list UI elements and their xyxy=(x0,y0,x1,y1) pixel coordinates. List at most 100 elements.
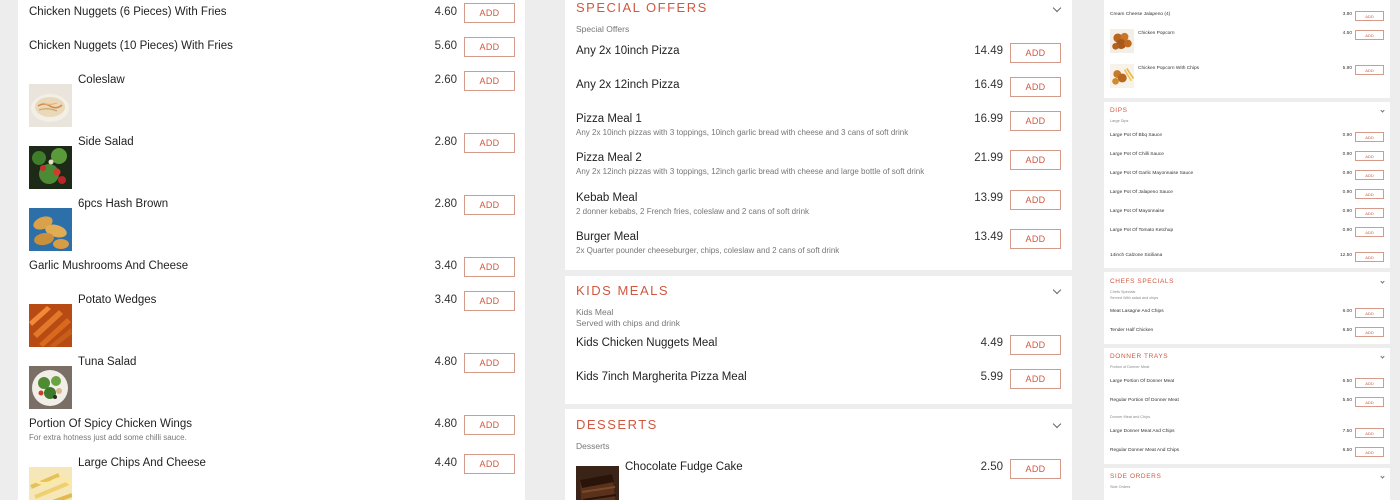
add-button[interactable]: ADD xyxy=(464,71,515,91)
add-button[interactable]: ADD xyxy=(1010,150,1061,170)
item-price: 13.99 xyxy=(974,192,1003,204)
add-button[interactable]: ADD xyxy=(1010,190,1061,210)
item-thumbnail xyxy=(29,84,72,127)
item-price: 2.80 xyxy=(434,198,457,210)
item-name: Kids 7inch Margherita Pizza Meal xyxy=(576,371,747,383)
add-button[interactable]: ADD xyxy=(464,3,515,23)
item-description: 2x Quarter pounder cheeseburger, chips, … xyxy=(576,246,840,255)
item-name: Garlic Mushrooms And Cheese xyxy=(29,260,189,272)
add-button[interactable]: ADD xyxy=(464,454,515,474)
item-name: Large Chips And Cheese xyxy=(78,457,206,469)
section-subtitle: Kids Meal xyxy=(576,307,614,317)
section-kids-meals: KIDS MEALS Kids Meal Served with chips a… xyxy=(565,276,1072,404)
item-thumbnail xyxy=(29,304,72,347)
add-button[interactable]: ADD xyxy=(464,415,515,435)
add-button[interactable]: ADD xyxy=(1010,77,1061,97)
add-button[interactable]: ADD xyxy=(1355,170,1384,180)
item-price: 6.50 xyxy=(1342,328,1352,333)
add-button[interactable]: ADD xyxy=(1355,252,1384,262)
add-button[interactable]: ADD xyxy=(1010,459,1061,479)
menu-panel-left: Chicken Nuggets (6 Pieces) With Fries 4.6… xyxy=(18,0,525,500)
add-button[interactable]: ADD xyxy=(1355,132,1384,142)
item-name: Pizza Meal 2 xyxy=(576,152,642,164)
item-description: 2 donner kebabs, 2 French fries, colesla… xyxy=(576,207,810,216)
section-title: SIDE ORDERS xyxy=(1110,473,1162,480)
add-button[interactable]: ADD xyxy=(464,353,515,373)
item-price: 4.80 xyxy=(434,418,457,430)
chevron-down-icon[interactable] xyxy=(1380,354,1385,359)
add-button[interactable]: ADD xyxy=(464,133,515,153)
item-name: Chicken Nuggets (10 Pieces) With Fries xyxy=(29,40,233,52)
list-item: Side Salad 2.80 ADD xyxy=(18,130,525,192)
item-name: Chocolate Fudge Cake xyxy=(625,461,743,473)
item-price: 4.49 xyxy=(980,337,1003,349)
add-button[interactable]: ADD xyxy=(1355,189,1384,199)
list-item: Portion Of Spicy Chicken Wings For extra … xyxy=(18,412,525,451)
chevron-down-icon[interactable] xyxy=(1380,279,1385,284)
item-price: 5.50 xyxy=(1342,398,1352,403)
add-button[interactable]: ADD xyxy=(464,291,515,311)
add-button[interactable]: ADD xyxy=(1355,397,1384,407)
item-price: 16.49 xyxy=(974,79,1003,91)
add-button[interactable]: ADD xyxy=(464,257,515,277)
item-price: 5.60 xyxy=(434,40,457,52)
section-title: DIPS xyxy=(1110,107,1128,114)
add-button[interactable]: ADD xyxy=(1355,327,1384,337)
add-button[interactable]: ADD xyxy=(1355,208,1384,218)
add-button[interactable]: ADD xyxy=(1010,229,1061,249)
menu-panel-middle: SPECIAL OFFERS Special Offers Any 2x 10i… xyxy=(565,0,1072,500)
item-price: 3.40 xyxy=(434,294,457,306)
item-price: 3.80 xyxy=(1342,12,1352,17)
add-button[interactable]: ADD xyxy=(1355,151,1384,161)
section-side-orders: SIDE ORDERS Side Orders xyxy=(1104,468,1390,500)
item-price: 4.40 xyxy=(434,457,457,469)
item-price: 12.50 xyxy=(1339,253,1352,258)
add-button[interactable]: ADD xyxy=(1010,369,1061,389)
section-title: DESSERTS xyxy=(576,417,658,432)
item-price: 3.40 xyxy=(434,260,457,272)
add-button[interactable]: ADD xyxy=(1010,111,1061,131)
item-price: 0.90 xyxy=(1342,133,1352,138)
item-name: Large Pot Of Jalapeno Sauce xyxy=(1110,190,1173,195)
chevron-down-icon[interactable] xyxy=(1052,419,1062,429)
item-price: 6.50 xyxy=(1342,379,1352,384)
add-button[interactable]: ADD xyxy=(1355,65,1384,75)
add-button[interactable]: ADD xyxy=(1355,428,1384,438)
item-price: 2.80 xyxy=(434,136,457,148)
add-button[interactable]: ADD xyxy=(1355,378,1384,388)
item-name: 6pcs Hash Brown xyxy=(78,198,169,210)
add-button[interactable]: ADD xyxy=(1355,11,1384,21)
item-price: 7.50 xyxy=(1342,429,1352,434)
list-item: Chicken Nuggets (6 Pieces) With Fries 4.6… xyxy=(18,0,525,34)
item-price: 4.50 xyxy=(1342,31,1352,36)
item-name: Tuna Salad xyxy=(78,356,137,368)
item-thumbnail xyxy=(1110,29,1134,53)
section-title: DONNER TRAYS xyxy=(1110,353,1169,360)
add-button[interactable]: ADD xyxy=(464,37,515,57)
section-special-offers: SPECIAL OFFERS Special Offers Any 2x 10i… xyxy=(565,0,1072,270)
add-button[interactable]: ADD xyxy=(1355,30,1384,40)
chevron-down-icon[interactable] xyxy=(1380,474,1385,479)
section-subtitle-detail: Served with chips and drink xyxy=(576,318,680,328)
section-starters: Cream Cheese Jalapeno (4) 3.80 ADD Chicken … xyxy=(1104,0,1390,98)
item-description: Any 2x 12inch pizzas with 3 toppings, 12… xyxy=(576,167,925,176)
item-name: Large Pot Of Chilli Sauce xyxy=(1110,152,1164,157)
item-name: Large Donner Meat And Chips xyxy=(1110,429,1175,434)
item-name: Tender Half Chicken xyxy=(1110,328,1154,333)
add-button[interactable]: ADD xyxy=(1355,447,1384,457)
item-name: Large Pot Of Mayonnaise xyxy=(1110,209,1165,214)
item-name: Any 2x 10inch Pizza xyxy=(576,45,680,57)
add-button[interactable]: ADD xyxy=(464,195,515,215)
chevron-down-icon[interactable] xyxy=(1052,3,1062,13)
add-button[interactable]: ADD xyxy=(1010,335,1061,355)
chevron-down-icon[interactable] xyxy=(1380,108,1385,113)
list-item: Coleslaw 2.60 ADD xyxy=(18,68,525,130)
add-button[interactable]: ADD xyxy=(1355,227,1384,237)
add-button[interactable]: ADD xyxy=(1355,308,1384,318)
item-price: 4.60 xyxy=(434,6,457,18)
item-price: 2.50 xyxy=(980,461,1003,473)
chevron-down-icon[interactable] xyxy=(1052,285,1062,295)
item-price: 16.99 xyxy=(974,113,1003,125)
item-name: Side Salad xyxy=(78,136,134,148)
add-button[interactable]: ADD xyxy=(1010,43,1061,63)
